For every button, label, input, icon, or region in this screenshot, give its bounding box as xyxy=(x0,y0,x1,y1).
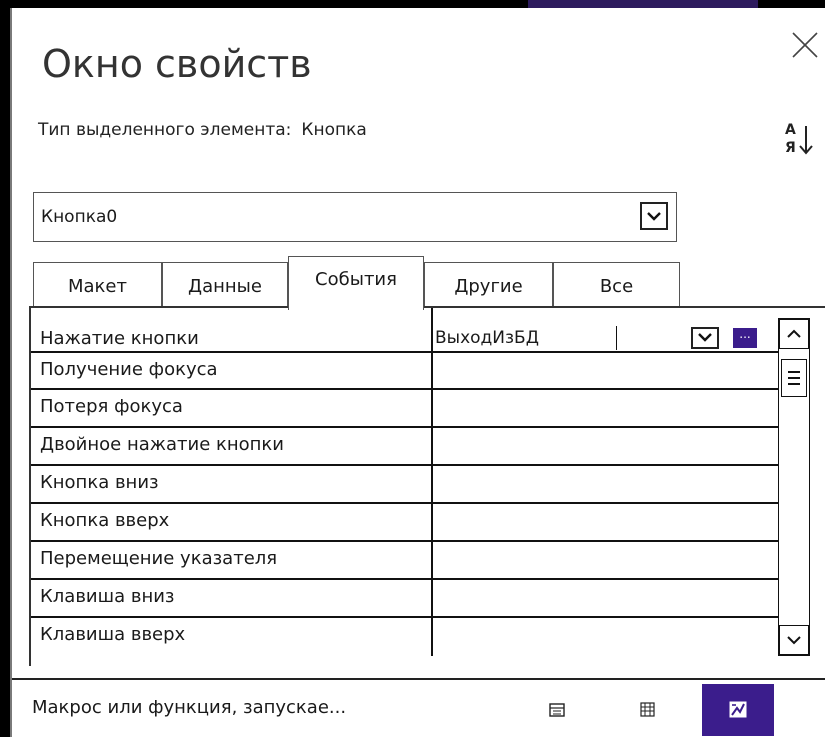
status-text: Макрос или функция, запускае... xyxy=(32,697,347,718)
chevron-up-icon xyxy=(787,329,801,338)
property-label: Кнопка вверх xyxy=(40,510,170,531)
object-selector[interactable]: Кнопка0 xyxy=(33,192,677,242)
pane-title: Окно свойств xyxy=(42,42,312,86)
property-label: Получение фокуса xyxy=(40,359,218,380)
design-view-button[interactable] xyxy=(702,684,774,736)
property-value[interactable]: ВыходИзБД xyxy=(435,328,539,348)
datasheet-view-button[interactable] xyxy=(618,684,678,736)
window-left-frame-border xyxy=(10,8,12,737)
selection-type: Тип выделенного элемента: Кнопка xyxy=(38,120,367,140)
tab-other[interactable]: Другие xyxy=(424,262,553,308)
vertical-scrollbar[interactable] xyxy=(778,318,810,656)
builder-button[interactable]: ... xyxy=(733,328,757,348)
close-icon xyxy=(792,32,818,58)
sort-button[interactable]: А Я xyxy=(783,118,815,162)
property-grid: Нажатие кнопки ВыходИзБД ... Получение ф… xyxy=(29,306,825,666)
tab-all[interactable]: Все xyxy=(553,262,680,308)
chevron-down-icon xyxy=(787,636,801,645)
text-caret xyxy=(616,326,617,350)
property-label: Перемещение указателя xyxy=(40,548,278,569)
object-selector-value: Кнопка0 xyxy=(41,207,118,227)
scroll-down-button[interactable] xyxy=(779,625,809,655)
row-separator xyxy=(31,351,778,353)
row-separator xyxy=(31,578,778,580)
tab-data-label: Данные xyxy=(188,276,262,297)
tab-layout[interactable]: Макет xyxy=(33,262,162,308)
column-divider xyxy=(431,308,433,656)
status-bar: Макрос или функция, запускае... xyxy=(12,678,825,737)
tab-other-label: Другие xyxy=(454,276,523,297)
close-button[interactable] xyxy=(790,30,820,60)
form-view-button[interactable] xyxy=(527,684,587,736)
selection-type-value: Кнопка xyxy=(301,120,367,140)
property-label: Нажатие кнопки xyxy=(40,328,199,349)
row-separator xyxy=(31,502,778,504)
row-separator xyxy=(31,464,778,466)
builder-button-label: ... xyxy=(739,327,751,341)
svg-text:Я: Я xyxy=(785,140,796,156)
window-top-accent xyxy=(528,0,758,8)
scroll-thumb[interactable] xyxy=(781,359,807,397)
design-view-icon xyxy=(729,701,747,718)
object-selector-dropdown[interactable] xyxy=(640,202,668,230)
datasheet-view-icon xyxy=(640,702,655,717)
row-separator xyxy=(31,540,778,542)
row-separator xyxy=(31,616,778,618)
tab-layout-label: Макет xyxy=(68,276,127,297)
grip-icon xyxy=(788,371,800,385)
chevron-down-icon xyxy=(698,333,712,342)
selection-type-label: Тип выделенного элемента: xyxy=(38,120,292,140)
scroll-up-button[interactable] xyxy=(779,319,809,349)
tab-events[interactable]: События xyxy=(288,256,424,310)
form-view-icon xyxy=(549,703,565,717)
property-label: Двойное нажатие кнопки xyxy=(40,434,284,455)
property-label: Потеря фокуса xyxy=(40,396,183,417)
row-separator xyxy=(31,388,778,390)
property-label: Кнопка вниз xyxy=(40,472,159,493)
tab-all-label: Все xyxy=(599,276,634,297)
tab-events-label: События xyxy=(315,269,397,290)
row-separator xyxy=(31,426,778,428)
sort-az-icon: А Я xyxy=(785,122,813,156)
chevron-down-icon xyxy=(647,212,661,221)
tab-data[interactable]: Данные xyxy=(162,262,288,308)
property-label: Клавиша вниз xyxy=(40,586,175,607)
svg-text:А: А xyxy=(785,122,796,138)
property-label: Клавиша вверх xyxy=(40,624,186,645)
property-value-dropdown[interactable] xyxy=(691,327,719,349)
